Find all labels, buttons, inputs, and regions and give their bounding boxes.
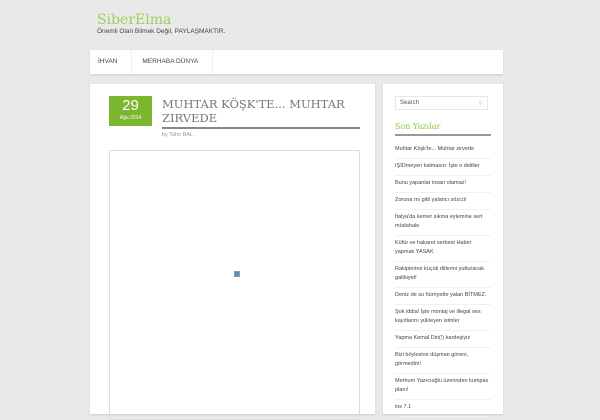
list-item[interactable]: Bizi böylesine düşman göreni, görmedim! bbox=[395, 348, 491, 374]
list-item[interactable]: Merhum Yazıcıoğlu üzerinden kumpas planı… bbox=[395, 374, 491, 400]
site-title[interactable]: SiberElma bbox=[97, 12, 171, 28]
list-item[interactable]: Deniz de su hürriyette yalan BİTMEZ. bbox=[395, 288, 491, 305]
embedded-frame bbox=[109, 150, 360, 420]
list-item[interactable]: Zoruna mı gitti yalancı sözcü! bbox=[395, 193, 491, 210]
search-icon[interactable]: ⚲ bbox=[479, 100, 483, 107]
search-input[interactable]: Search ⚲ bbox=[395, 96, 488, 110]
list-item[interactable]: Küfür ve hakaret serbest Haber yapmak YA… bbox=[395, 236, 491, 262]
list-item[interactable]: IŞİDmeyen kalmasın: İşte o deliller bbox=[395, 159, 491, 176]
post-month-year: Ağu 2014 bbox=[119, 115, 142, 121]
list-item[interactable]: ios 7.1 bbox=[395, 400, 491, 417]
list-item[interactable]: Şok iddia! İşte montaj ve illegal ses ka… bbox=[395, 305, 491, 331]
list-item[interactable]: Yapma Kemal Din(!) kardeşiyiz bbox=[395, 331, 491, 348]
list-item[interactable]: İtalya'da kemer sıkma eylemine sert müda… bbox=[395, 210, 491, 236]
post-title[interactable]: MUHTAR KÖŞK'TE... MUHTAR ZIRVEDE bbox=[162, 97, 360, 129]
nav-item-merhaba-dunya[interactable]: MERHABA DÜNYA bbox=[132, 50, 214, 74]
sidebar: Search ⚲ Son Yazılar Muhtar Köşk'te... M… bbox=[383, 84, 503, 417]
list-item[interactable]: Muhtar Köşk'te... Muhtar zirvede bbox=[395, 142, 491, 159]
post-day: 29 bbox=[122, 97, 139, 114]
widget-title: Son Yazılar bbox=[395, 122, 491, 136]
list-item[interactable]: Bunu yapanlar insan olamaz! bbox=[395, 176, 491, 193]
recent-posts-list: Muhtar Köşk'te... Muhtar zirvede IŞİDmey… bbox=[395, 142, 491, 417]
post-date-badge: 29 Ağu 2014 bbox=[109, 96, 152, 126]
nav-item-ihvan[interactable]: İHVAN bbox=[90, 50, 133, 74]
post-byline[interactable]: by Tahir BAL bbox=[162, 132, 193, 138]
main-nav: İHVAN MERHABA DÜNYA bbox=[90, 50, 503, 74]
list-item[interactable]: Rakiplerine küçük dillerini yutturacak g… bbox=[395, 262, 491, 288]
site-tagline: Önemli Olan Bilmek Değil, PAYLAŞMAKTIR. bbox=[97, 28, 226, 35]
search-placeholder: Search bbox=[400, 100, 420, 106]
broken-image-icon bbox=[234, 271, 240, 277]
post-content: 29 Ağu 2014 MUHTAR KÖŞK'TE... MUHTAR ZIR… bbox=[90, 84, 375, 420]
